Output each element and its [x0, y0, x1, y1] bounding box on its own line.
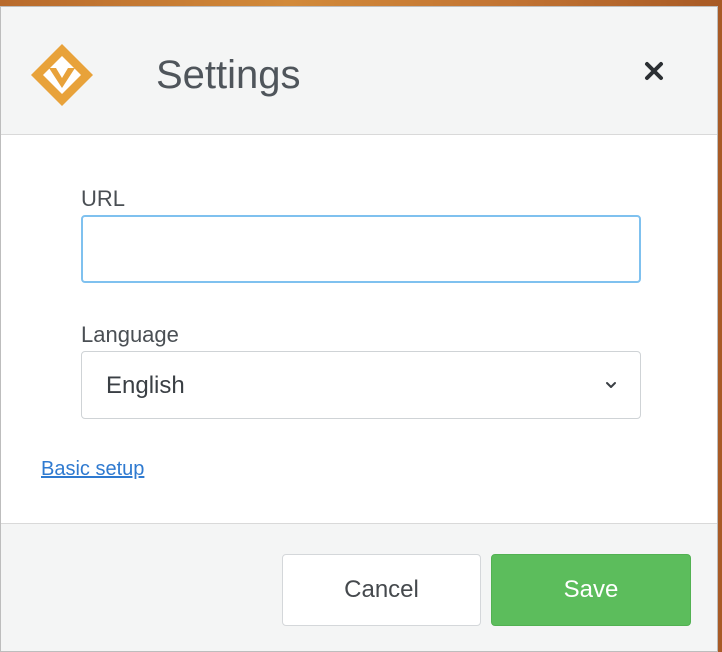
url-input[interactable] — [81, 215, 641, 283]
cancel-button[interactable]: Cancel — [282, 554, 481, 626]
close-icon[interactable] — [637, 54, 671, 88]
chevron-down-icon — [606, 382, 616, 388]
basic-setup-link[interactable]: Basic setup — [41, 458, 144, 481]
language-selected-value: English — [106, 372, 185, 399]
dialog-header: Settings — [1, 7, 717, 135]
dialog-footer: Cancel Save — [1, 523, 717, 651]
dialog-body: URL Language English Basic setup — [1, 135, 717, 523]
language-label: Language — [81, 322, 179, 347]
dialog-title: Settings — [156, 53, 301, 97]
settings-dialog: Settings URL Language English Basic setu… — [0, 6, 718, 652]
language-select[interactable]: English — [81, 351, 641, 419]
logo-icon — [31, 44, 93, 106]
url-label: URL — [81, 186, 126, 211]
save-button[interactable]: Save — [491, 554, 691, 626]
